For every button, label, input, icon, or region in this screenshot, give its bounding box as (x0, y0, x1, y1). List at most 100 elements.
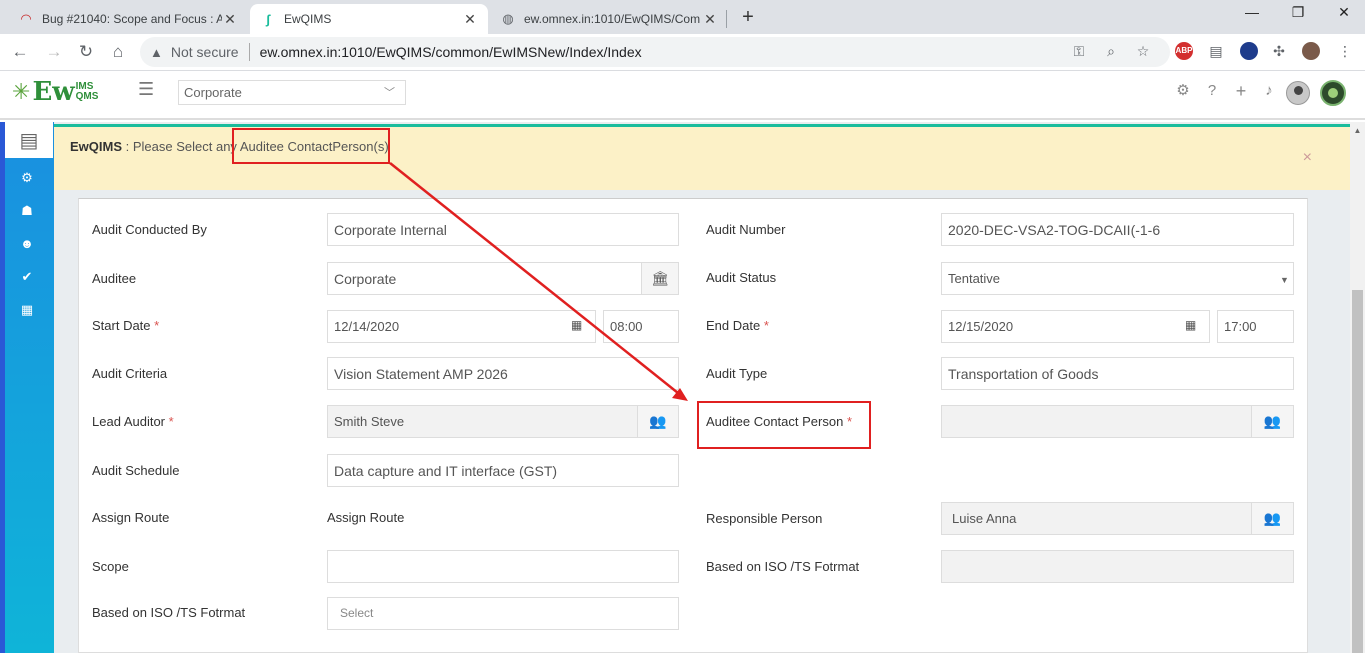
required-mark: * (763, 318, 769, 333)
address-bar[interactable]: ▲ Not secure ew.omnex.in:1010/EwQIMS/com… (140, 37, 1170, 67)
new-tab-button[interactable]: + (736, 6, 760, 30)
bell-icon[interactable]: ♪ (1259, 81, 1279, 101)
user-avatar[interactable] (1286, 81, 1310, 105)
required-mark: * (154, 318, 160, 333)
iso-format-label-left: Based on ISO /TS Fotrmat (92, 605, 246, 620)
profile-avatar-icon[interactable] (1302, 42, 1320, 60)
audit-conducted-by-field[interactable]: Corporate Internal (327, 213, 679, 246)
puzzle-extensions-icon[interactable]: ✣ (1268, 40, 1290, 62)
help-icon[interactable]: ? (1202, 81, 1222, 101)
settings-icon[interactable]: ⚙ (16, 168, 38, 188)
alert-separator: : (122, 139, 133, 154)
audit-type-field[interactable]: Transportation of Goods (941, 357, 1294, 390)
browser-tab-strip: ◠ Bug #21040: Scope and Focus : A ✕ ʃ Ew… (0, 0, 1365, 34)
window-close-button[interactable]: ✕ (1332, 4, 1356, 26)
iso-format-label-right: Based on ISO /TS Fotrmat (706, 559, 860, 574)
browser-tab-ewqims[interactable]: ʃ EwQIMS ✕ (250, 4, 488, 34)
iso-format-select-left[interactable]: Select (327, 597, 679, 630)
calendar-icon[interactable]: ▦ (571, 318, 582, 332)
tab-separator (726, 10, 727, 28)
left-sidebar: ▤ ⚙ ☗ ☻ ✔ ▦ (0, 122, 54, 653)
ewqims-logo[interactable]: ✳ Ew IMS QMS (12, 77, 98, 107)
audit-schedule-field[interactable]: Data capture and IT interface (GST) (327, 454, 679, 487)
user-settings-icon[interactable]: ☻ (16, 234, 38, 254)
end-date-label: End Date * (706, 318, 769, 333)
redmine-icon: ◠ (20, 11, 32, 26)
auditee-label: Auditee (92, 271, 137, 286)
auditee-contact-person-field[interactable] (941, 405, 1253, 438)
start-time-field[interactable]: 08:00 (603, 310, 679, 343)
hamburger-menu-icon[interactable]: ☰ (138, 79, 154, 100)
forward-arrow-icon[interactable]: → (42, 40, 66, 64)
close-tab-icon[interactable]: ✕ (462, 11, 478, 28)
organization-select[interactable]: Corporate ﹀ (178, 80, 406, 105)
omnibox-divider (248, 43, 250, 61)
zoom-icon[interactable]: ⌕ (1100, 40, 1122, 62)
browser-toolbar: ← → ↻ ⌂ ▲ Not secure ew.omnex.in:1010/Ew… (0, 34, 1365, 71)
audit-type-label: Audit Type (706, 366, 768, 381)
browser-menu-icon[interactable]: ⋮ (1334, 40, 1356, 62)
firefox-style-extension-icon[interactable] (1240, 42, 1258, 60)
annotation-box-contact-person (697, 401, 871, 449)
audit-number-field[interactable]: 2020-DEC-VSA2-TOG-DCAII(-1-6 (941, 213, 1294, 246)
gear-icon[interactable]: ⚙ (1173, 81, 1193, 101)
user-check-icon[interactable]: ✔ (16, 267, 38, 287)
key-icon[interactable]: ⚿ (1068, 40, 1090, 62)
scroll-up-icon[interactable]: ▲ (1350, 126, 1365, 138)
home-icon[interactable]: ⌂ (106, 40, 130, 64)
end-time-field[interactable]: 17:00 (1217, 310, 1294, 343)
start-date-field[interactable]: 12/14/2020 (327, 310, 596, 343)
required-mark: * (168, 414, 174, 429)
presentation-icon[interactable]: ▦ (16, 300, 38, 320)
tab-title: Bug #21040: Scope and Focus : A (42, 12, 222, 26)
iso-format-field-right[interactable] (941, 550, 1294, 583)
end-date-field[interactable]: 12/15/2020 (941, 310, 1210, 343)
close-tab-icon[interactable]: ✕ (222, 11, 238, 28)
warning-triangle-icon[interactable]: ▲ (150, 45, 163, 60)
audit-criteria-label: Audit Criteria (92, 366, 168, 381)
minimize-button[interactable]: — (1240, 4, 1264, 26)
audit-document-icon[interactable]: ▤ (5, 122, 53, 158)
document-extension-icon[interactable]: ▤ (1205, 40, 1227, 62)
close-icon[interactable]: × (1303, 149, 1312, 167)
bookmark-star-icon[interactable]: ☆ (1132, 40, 1154, 62)
browser-tab-bug[interactable]: ◠ Bug #21040: Scope and Focus : A ✕ (8, 4, 248, 34)
assign-route-link[interactable]: Assign Route (327, 510, 404, 525)
calendar-icon[interactable]: ▦ (1185, 318, 1196, 332)
company-logo-icon[interactable] (1320, 80, 1346, 106)
back-arrow-icon[interactable]: ← (8, 40, 32, 64)
audit-status-select[interactable]: Tentative (941, 262, 1294, 295)
caret-down-icon: ▼ (1280, 275, 1289, 285)
logo-stack: IMS QMS (76, 82, 99, 102)
scope-field[interactable] (327, 550, 679, 583)
alert-brand: EwQIMS (70, 139, 123, 154)
maximize-button[interactable]: ❐ (1286, 4, 1310, 26)
audit-criteria-field[interactable]: Vision Statement AMP 2026 (327, 357, 679, 390)
users-picker-icon[interactable]: 👥 (637, 405, 679, 438)
audit-status-label: Audit Status (706, 270, 777, 285)
auditee-field[interactable]: Corporate (327, 262, 643, 295)
logo-ew: Ew (32, 77, 75, 107)
users-picker-icon[interactable]: 👥 (1251, 405, 1294, 438)
responsible-person-field[interactable]: Luise Anna (941, 502, 1253, 535)
responsible-person-label: Responsible Person (706, 511, 823, 526)
chevron-down-icon: ﹀ (384, 87, 395, 99)
globe-icon: ◍ (502, 11, 514, 26)
users-picker-icon[interactable]: 👥 (1251, 502, 1294, 535)
sidebar-edge (0, 122, 5, 653)
audit-number-label: Audit Number (706, 222, 786, 237)
url-text[interactable]: ew.omnex.in:1010/EwQIMS/common/EwIMSNew/… (260, 44, 642, 60)
app-header: ✳ Ew IMS QMS ☰ Corporate ﹀ ⚙ ? + ♪ (0, 71, 1365, 120)
browser-tab-url[interactable]: ◍ ew.omnex.in:1010/EwQIMS/Com ✕ (490, 4, 728, 34)
logo-qms: QMS (75, 91, 99, 102)
close-tab-icon[interactable]: ✕ (702, 11, 718, 28)
bank-icon[interactable]: 🏛 (641, 262, 679, 295)
users-group-icon[interactable]: ☗ (16, 201, 38, 221)
start-date-label: Start Date * (92, 318, 159, 333)
add-icon[interactable]: + (1231, 81, 1251, 101)
scrollbar-thumb[interactable] (1352, 290, 1363, 653)
annotation-box-alert (232, 128, 390, 164)
lead-auditor-field[interactable]: Smith Steve (327, 405, 639, 438)
reload-icon[interactable]: ↻ (74, 40, 98, 64)
adblock-icon[interactable]: ABP (1175, 42, 1193, 60)
